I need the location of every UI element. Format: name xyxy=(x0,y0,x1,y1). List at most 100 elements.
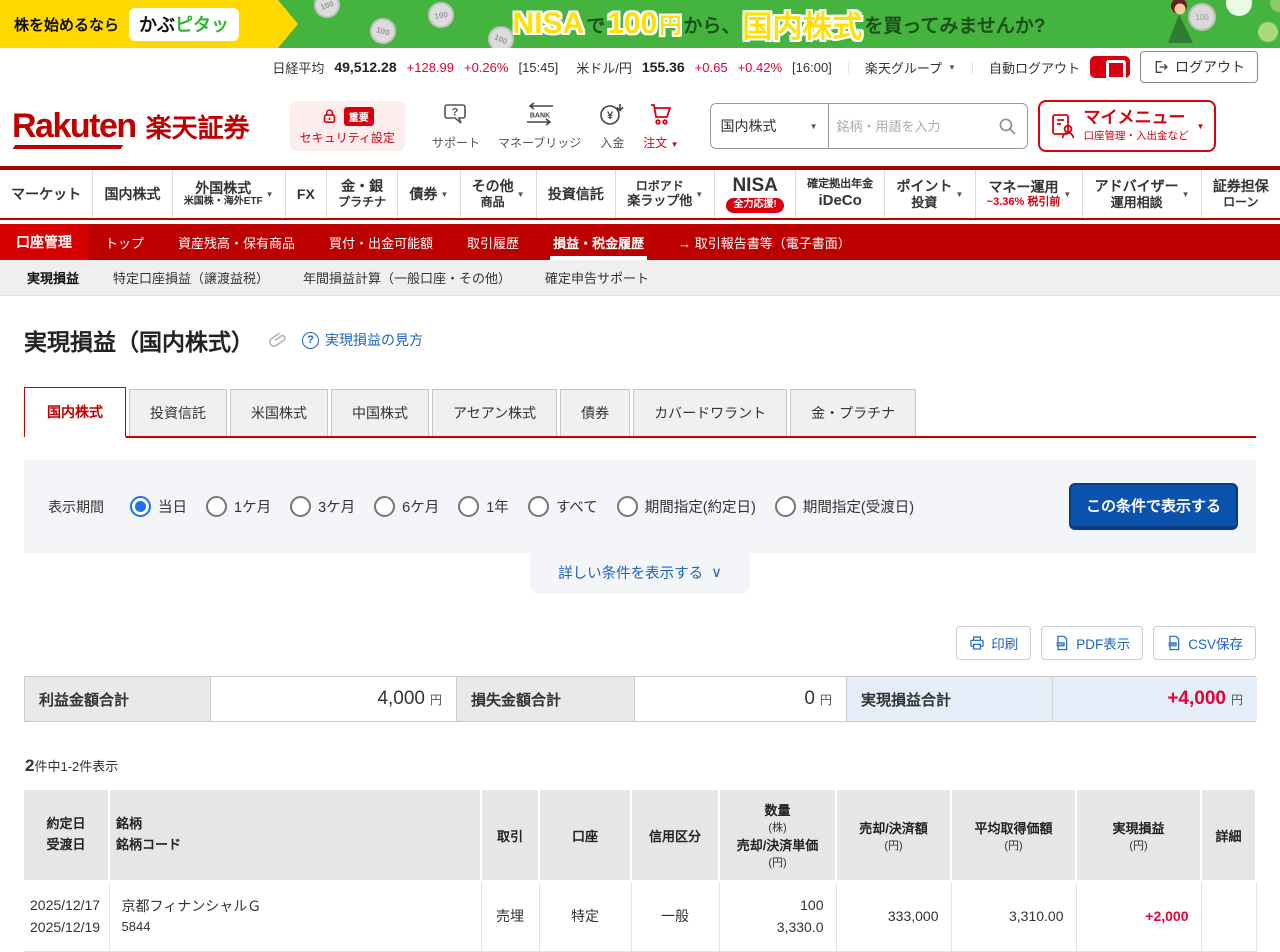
tab-specific-account-pl[interactable]: 特定口座損益（譲渡益税） xyxy=(96,268,286,287)
nav-ideco[interactable]: 確定拠出年金iDeCo xyxy=(796,170,885,218)
search-input[interactable] xyxy=(829,119,988,134)
radio-circle[interactable] xyxy=(130,496,151,517)
nav-foreign-stock[interactable]: 外国株式米国株・海外ETF▼ xyxy=(173,170,286,218)
realized-pl-total-value: +4,000円 xyxy=(1053,677,1257,721)
print-button[interactable]: 印刷 xyxy=(956,626,1031,660)
ad-banner-right[interactable]: 100 100 100 100 NISA で 100 円 から、 国内株式 を買… xyxy=(278,0,1280,48)
acct-nav-trade-history[interactable]: 取引履歴 xyxy=(450,224,536,260)
divider: ｜ xyxy=(842,58,855,77)
cell-quantity: 1003,330.0 xyxy=(719,881,836,951)
coin-icon: 100 xyxy=(367,15,399,47)
display-period-filter: 表示期間 当日 1ケ月 3ケ月 6ケ月 1年 すべて 期間指定(約定日) 期間指… xyxy=(24,460,1256,553)
radio-circle[interactable] xyxy=(206,496,227,517)
nav-money-management[interactable]: マネー運用~3.36% 税引前▼ xyxy=(976,170,1084,218)
radio-all[interactable]: すべて xyxy=(528,496,598,517)
tab-investment-trust[interactable]: 投資信託 xyxy=(129,389,227,436)
csv-save-button[interactable]: CSV CSV保存 xyxy=(1153,626,1256,660)
tab-realized-pl[interactable]: 実現損益 xyxy=(10,268,96,287)
market-ticker-bar: 日経平均 49,512.28 +128.99 +0.26% [15:45] 米ド… xyxy=(0,48,1280,86)
tab-bonds[interactable]: 債券 xyxy=(560,389,630,436)
nav-point-investment[interactable]: ポイント投資▼ xyxy=(885,170,975,218)
radio-1month[interactable]: 1ケ月 xyxy=(206,496,271,517)
usdjpy-label: 米ドル/円 xyxy=(576,58,632,77)
rakuten-group-dropdown[interactable]: 楽天グループ ▼ xyxy=(865,58,956,77)
realized-pl-total-label: 実現損益合計 xyxy=(847,677,1053,721)
radio-circle[interactable] xyxy=(374,496,395,517)
tab-us-stock[interactable]: 米国株式 xyxy=(230,389,328,436)
acct-nav-balance[interactable]: 資産残高・保有商品 xyxy=(161,224,312,260)
top-ad-banner[interactable]: 株を始めるなら かぶピタッ 100 100 100 100 NISA で 100… xyxy=(0,0,1280,48)
radio-6months[interactable]: 6ケ月 xyxy=(374,496,439,517)
tab-annual-pl-calc[interactable]: 年間損益計算（一般口座・その他） xyxy=(286,268,528,287)
nav-advisor[interactable]: アドバイザー運用相談▼ xyxy=(1083,170,1201,218)
pdf-view-button[interactable]: PDF PDF表示 xyxy=(1041,626,1143,660)
col-quantity: 数量(株)売却/決済単価(円) xyxy=(719,790,836,881)
nav-roboad[interactable]: ロボアド楽ラップ他▼ xyxy=(616,170,715,218)
radio-today[interactable]: 当日 xyxy=(130,496,187,517)
radio-circle[interactable] xyxy=(528,496,549,517)
chevron-down-icon: ▼ xyxy=(955,190,963,199)
detail-conditions-wrap: 詳しい条件を表示する ∨ xyxy=(0,553,1280,594)
tab-gold-platinum[interactable]: 金・プラチナ xyxy=(790,389,916,436)
page-head: 実現損益（国内株式） ? 実現損益の見方 xyxy=(24,323,1280,357)
ad-headline-domestic-stock: 国内株式 xyxy=(742,2,862,46)
loss-total-label: 損失金額合計 xyxy=(457,677,635,721)
main-navigation: マーケット 国内株式 外国株式米国株・海外ETF▼ FX 金・銀プラチナ 債券▼… xyxy=(0,166,1280,220)
deposit-button[interactable]: ¥ 入金 xyxy=(599,102,625,151)
acct-nav-buying-power[interactable]: 買付・出金可能額 xyxy=(312,224,450,260)
nav-fx[interactable]: FX xyxy=(286,170,327,218)
logout-button[interactable]: ログアウト xyxy=(1140,51,1258,83)
nav-nisa[interactable]: NISA全力応援! xyxy=(715,170,796,218)
tab-covered-warrant[interactable]: カバードワラント xyxy=(633,389,787,436)
security-settings-button[interactable]: 重要 セキュリティ設定 xyxy=(290,101,405,151)
usdjpy-value: 155.36 xyxy=(642,59,685,75)
nav-gold-platinum[interactable]: 金・銀プラチナ xyxy=(327,170,398,218)
nav-securities-loan[interactable]: 証券担保ローン xyxy=(1202,170,1280,218)
tab-china-stock[interactable]: 中国株式 xyxy=(331,389,429,436)
ad-headline-text: で xyxy=(586,11,605,38)
nikkei-percent: +0.26% xyxy=(464,60,508,75)
account-management-title[interactable]: 口座管理 xyxy=(0,224,88,260)
radio-1year[interactable]: 1年 xyxy=(458,496,509,517)
radio-period-trade-date[interactable]: 期間指定(約定日) xyxy=(617,496,756,517)
nikkei-label: 日経平均 xyxy=(272,58,324,77)
col-name: 銘柄銘柄コード xyxy=(109,790,481,881)
divider: ｜ xyxy=(966,58,979,77)
radio-circle[interactable] xyxy=(775,496,796,517)
acct-nav-trade-reports[interactable]: → 取引報告書等（電子書面） xyxy=(661,224,868,260)
support-button[interactable]: ? サポート xyxy=(432,102,480,151)
cell-dates: 2025/12/172025/12/19 xyxy=(24,881,109,951)
nikkei-change: +128.99 xyxy=(407,60,454,75)
order-button[interactable]: 注文 ▼ xyxy=(643,102,678,151)
radio-circle[interactable] xyxy=(458,496,479,517)
nav-market[interactable]: マーケット xyxy=(0,170,93,218)
radio-period-settlement-date[interactable]: 期間指定(受渡日) xyxy=(775,496,914,517)
my-menu-button[interactable]: マイメニュー 口座管理・入出金など ▼ xyxy=(1038,100,1217,152)
rakuten-securities-logo[interactable]: Rakuten 楽天証券 xyxy=(12,107,250,146)
nav-other-products[interactable]: その他商品▼ xyxy=(461,170,537,218)
printer-icon xyxy=(969,635,985,651)
money-bridge-button[interactable]: BANK マネーブリッジ xyxy=(498,102,581,151)
svg-text:¥: ¥ xyxy=(607,110,614,122)
kabupita-logo: かぶピタッ xyxy=(129,8,239,41)
radio-3months[interactable]: 3ケ月 xyxy=(290,496,355,517)
show-detail-conditions-link[interactable]: 詳しい条件を表示する ∨ xyxy=(558,562,722,583)
pl-help-link[interactable]: ? 実現損益の見方 xyxy=(302,330,423,350)
nav-domestic-stock[interactable]: 国内株式 xyxy=(93,170,172,218)
tab-asean-stock[interactable]: アセアン株式 xyxy=(432,389,557,436)
tab-tax-return-support[interactable]: 確定申告サポート xyxy=(528,268,666,287)
radio-circle[interactable] xyxy=(617,496,638,517)
search-icon[interactable] xyxy=(988,117,1027,136)
export-actions: 印刷 PDF PDF表示 CSV CSV保存 xyxy=(24,626,1256,660)
tab-domestic-stock[interactable]: 国内株式 xyxy=(24,387,126,438)
radio-circle[interactable] xyxy=(290,496,311,517)
acct-nav-pl-tax-history[interactable]: 損益・税金履歴 xyxy=(536,224,661,260)
auto-logout-toggle[interactable] xyxy=(1090,56,1130,78)
svg-text:100: 100 xyxy=(1195,13,1209,22)
apply-filter-button[interactable]: この条件で表示する xyxy=(1069,483,1238,530)
search-category-select[interactable]: 国内株式 ▼ xyxy=(711,104,829,148)
nav-investment-trust[interactable]: 投資信託 xyxy=(537,170,616,218)
ad-banner-left[interactable]: 株を始めるなら かぶピタッ xyxy=(0,0,278,48)
nav-bonds[interactable]: 債券▼ xyxy=(398,170,460,218)
acct-nav-top[interactable]: トップ xyxy=(88,224,161,260)
